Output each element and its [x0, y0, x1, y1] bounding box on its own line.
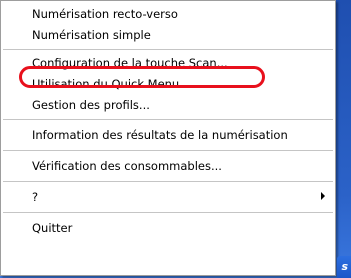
taskbar-tray-icon[interactable]: s: [337, 256, 351, 278]
menu-item-help-label: ?: [32, 190, 39, 204]
menu-group-scan: Numérisation recto-verso Numérisation si…: [1, 1, 335, 49]
menu-item-duplex-scan[interactable]: Numérisation recto-verso: [1, 4, 335, 25]
menu-item-help[interactable]: ?: [1, 185, 335, 209]
menu-group-exit: Quitter: [1, 213, 335, 243]
screen: Numérisation recto-verso Numérisation si…: [0, 0, 351, 278]
menu-group-info: Information des résultats de la numérisa…: [1, 120, 335, 150]
menu-item-scan-results-info[interactable]: Information des résultats de la numérisa…: [1, 123, 335, 147]
menu-item-quit[interactable]: Quitter: [1, 216, 335, 240]
context-menu: Numérisation recto-verso Numérisation si…: [0, 0, 336, 276]
menu-item-check-consumables[interactable]: Vérification des consommables...: [1, 154, 335, 178]
menu-item-scan-button-settings[interactable]: Configuration de la touche Scan...: [1, 53, 335, 74]
menu-group-consumables: Vérification des consommables...: [1, 151, 335, 181]
menu-item-profile-management[interactable]: Gestion des profils...: [1, 95, 335, 116]
menu-group-help: ?: [1, 182, 335, 212]
submenu-arrow-icon: [321, 192, 325, 200]
menu-item-quick-menu[interactable]: Utilisation du Quick Menu: [1, 74, 335, 95]
menu-group-settings: Configuration de la touche Scan... Utili…: [1, 50, 335, 119]
taskbar-tray-letter: s: [341, 260, 348, 273]
menu-item-simplex-scan[interactable]: Numérisation simple: [1, 25, 335, 46]
